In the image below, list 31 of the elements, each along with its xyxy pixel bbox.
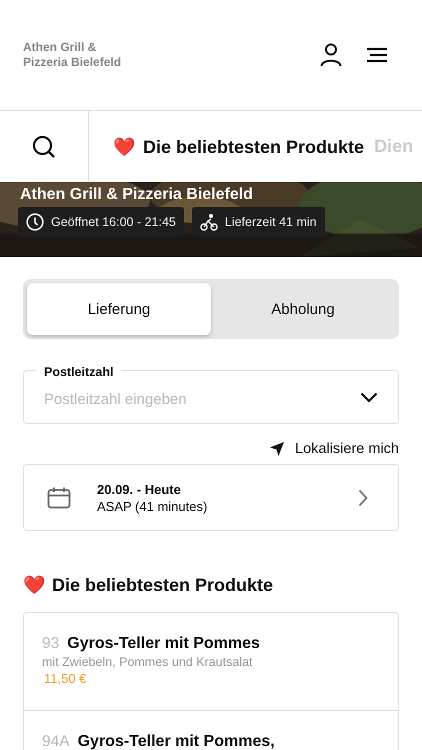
product-item[interactable]: 93 Gyros-Teller mit Pommes mit Zwiebeln, Pommes und Krautsalat 11,50 € bbox=[24, 613, 398, 711]
product-name: Gyros-Teller mit Pommes, bbox=[78, 733, 275, 750]
location-arrow-icon bbox=[269, 441, 286, 457]
category-tab[interactable]: ❤ Die beliebtesten Produkte bbox=[113, 136, 364, 158]
mode-tab[interactable]: Lieferung bbox=[27, 283, 211, 335]
mode-tab[interactable]: Abholung bbox=[211, 283, 395, 335]
clock-icon bbox=[26, 213, 44, 231]
field-label: Postleitzahl bbox=[36, 365, 122, 379]
product-number: 94A bbox=[42, 733, 70, 750]
info-badge: Geöffnet 16:00 - 21:45 bbox=[18, 207, 184, 237]
schedule-date: 20.09. - Heute bbox=[97, 482, 182, 496]
chevron-right-icon bbox=[358, 488, 368, 506]
calendar-icon bbox=[47, 486, 71, 508]
product-description: mit Zwiebeln, Pommes und Krautsalat bbox=[42, 655, 254, 669]
chevron-down-icon bbox=[360, 392, 378, 402]
bicycle-icon bbox=[200, 213, 218, 231]
schedule-time: ASAP (41 minutes) bbox=[97, 498, 208, 514]
locate-link[interactable]: Lokalisiere mich bbox=[269, 441, 399, 457]
product-price: 11,50 € bbox=[43, 671, 88, 686]
restaurant-title: Athen Grill & Pizzeria Bielefeld bbox=[19, 185, 254, 205]
info-badge: Lieferzeit 41 min bbox=[192, 207, 325, 237]
restaurant-name: Athen Grill & Pizzeria Bielefeld bbox=[23, 40, 122, 70]
product-number: 93 bbox=[42, 635, 60, 653]
product-item[interactable]: 94A Gyros-Teller mit Pommes, bbox=[24, 711, 398, 750]
account-icon[interactable] bbox=[320, 43, 342, 67]
postcode-input[interactable]: Postleitzahl eingeben bbox=[44, 390, 352, 408]
schedule-card[interactable]: 20.09. - Heute ASAP (41 minutes) bbox=[23, 464, 399, 531]
product-name: Gyros-Teller mit Pommes bbox=[67, 635, 260, 653]
menu-icon[interactable] bbox=[366, 47, 388, 63]
search-icon[interactable] bbox=[32, 134, 56, 158]
section-title: ❤ Die beliebtesten Produkte bbox=[23, 574, 274, 596]
